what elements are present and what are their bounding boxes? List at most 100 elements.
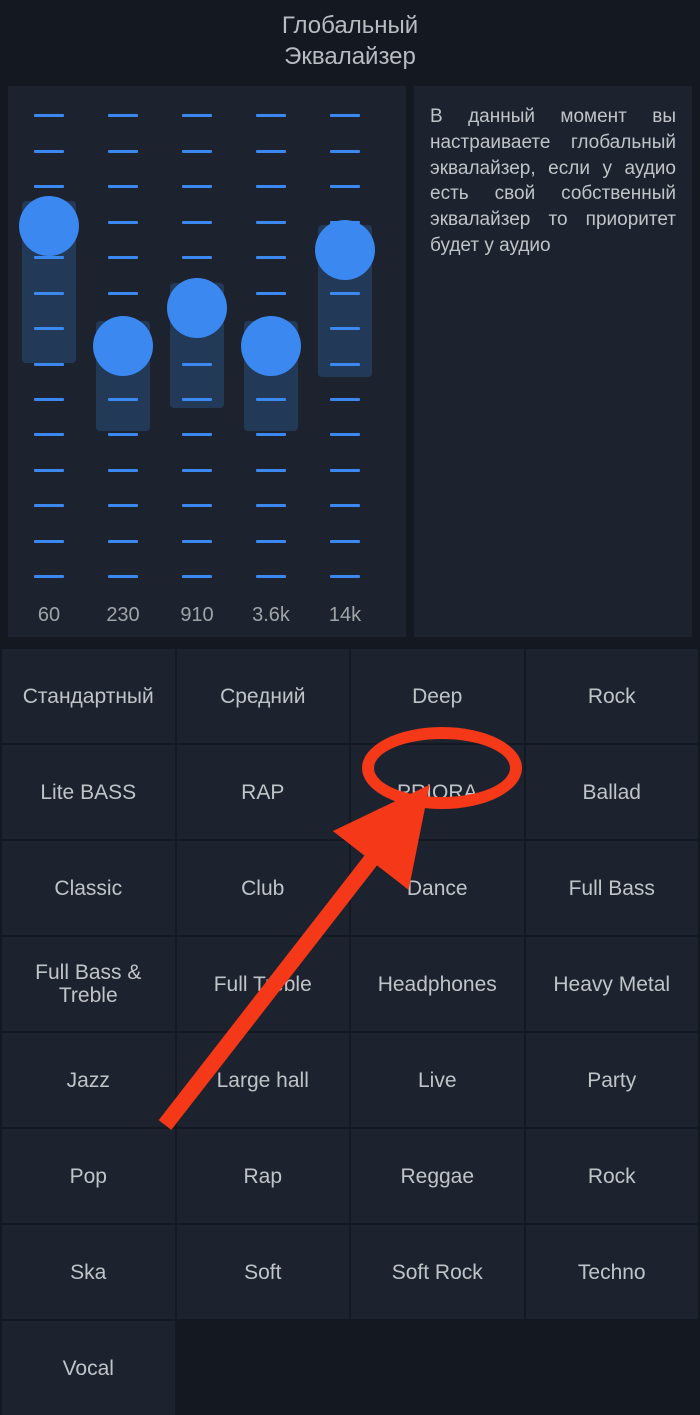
slider-tick (330, 504, 360, 507)
preset-techno[interactable]: Techno (526, 1225, 699, 1319)
preset-dance[interactable]: Dance (351, 841, 524, 935)
eq-slider-14k[interactable]: 14k (314, 106, 376, 627)
preset-ska[interactable]: Ska (2, 1225, 175, 1319)
slider-track[interactable] (18, 106, 80, 586)
preset-ballad[interactable]: Ballad (526, 745, 699, 839)
slider-label: 230 (106, 604, 139, 627)
preset-club[interactable]: Club (177, 841, 350, 935)
slider-tick (108, 114, 138, 117)
slider-tick (34, 185, 64, 188)
preset--[interactable]: Средний (177, 649, 350, 743)
slider-tick (330, 185, 360, 188)
slider-tick (182, 575, 212, 578)
preset-large-hall[interactable]: Large hall (177, 1033, 350, 1127)
slider-tick (108, 221, 138, 224)
slider-label: 910 (180, 604, 213, 627)
slider-track[interactable] (166, 106, 228, 586)
slider-label: 3.6k (252, 604, 290, 627)
slider-tick (256, 256, 286, 259)
slider-tick (330, 469, 360, 472)
preset-pop[interactable]: Pop (2, 1129, 175, 1223)
title-line-2: Эквалайзер (284, 43, 416, 70)
preset-full-treble[interactable]: Full Treble (177, 937, 350, 1031)
slider-tick (182, 469, 212, 472)
slider-tick (256, 185, 286, 188)
info-text: В данный момент вы настраиваете глобальн… (430, 106, 676, 255)
slider-label: 60 (38, 604, 60, 627)
page-title: Глобальный Эквалайзер (0, 0, 700, 80)
slider-tick (256, 540, 286, 543)
slider-tick (182, 540, 212, 543)
slider-tick (34, 398, 64, 401)
preset-live[interactable]: Live (351, 1033, 524, 1127)
slider-tick (256, 575, 286, 578)
slider-thumb[interactable] (19, 196, 79, 256)
preset-rock[interactable]: Rock (526, 649, 699, 743)
slider-tick (182, 185, 212, 188)
preset-headphones[interactable]: Headphones (351, 937, 524, 1031)
slider-tick (182, 221, 212, 224)
preset-vocal[interactable]: Vocal (2, 1321, 175, 1415)
preset-jazz[interactable]: Jazz (2, 1033, 175, 1127)
eq-slider-910[interactable]: 910 (166, 106, 228, 627)
preset-rap[interactable]: Rap (177, 1129, 350, 1223)
slider-thumb[interactable] (93, 316, 153, 376)
slider-tick (330, 433, 360, 436)
preset-soft-rock[interactable]: Soft Rock (351, 1225, 524, 1319)
slider-tick (256, 114, 286, 117)
slider-tick (256, 150, 286, 153)
slider-tick (108, 185, 138, 188)
slider-thumb[interactable] (315, 220, 375, 280)
slider-tick (108, 575, 138, 578)
presets-grid: СтандартныйСреднийDeepRockLite BASSRAPPR… (0, 649, 700, 1415)
slider-tick (34, 114, 64, 117)
preset-full-bass-treble[interactable]: Full Bass & Treble (2, 937, 175, 1031)
preset-party[interactable]: Party (526, 1033, 699, 1127)
preset-full-bass[interactable]: Full Bass (526, 841, 699, 935)
slider-tick (34, 150, 64, 153)
eq-slider-60[interactable]: 60 (18, 106, 80, 627)
slider-label: 14k (329, 604, 361, 627)
slider-thumb[interactable] (167, 278, 227, 338)
slider-tick (108, 292, 138, 295)
preset-soft[interactable]: Soft (177, 1225, 350, 1319)
slider-tick (108, 256, 138, 259)
slider-tick (34, 504, 64, 507)
eq-slider-3.6k[interactable]: 3.6k (240, 106, 302, 627)
slider-track[interactable] (314, 106, 376, 586)
slider-tick (34, 469, 64, 472)
preset-classic[interactable]: Classic (2, 841, 175, 935)
slider-track[interactable] (92, 106, 154, 586)
slider-tick (330, 398, 360, 401)
preset--[interactable]: Стандартный (2, 649, 175, 743)
slider-tick (256, 504, 286, 507)
slider-tick (34, 575, 64, 578)
slider-tick (182, 150, 212, 153)
sliders-panel: 60 230 910 3.6k 14k (8, 86, 406, 637)
preset-priora[interactable]: PRIORA (351, 745, 524, 839)
slider-tick (330, 114, 360, 117)
slider-track[interactable] (240, 106, 302, 586)
slider-tick (330, 540, 360, 543)
slider-tick (108, 504, 138, 507)
slider-tick (256, 292, 286, 295)
preset-deep[interactable]: Deep (351, 649, 524, 743)
preset-rock[interactable]: Rock (526, 1129, 699, 1223)
slider-tick (256, 433, 286, 436)
slider-tick (34, 540, 64, 543)
eq-slider-230[interactable]: 230 (92, 106, 154, 627)
slider-thumb[interactable] (241, 316, 301, 376)
preset-rap[interactable]: RAP (177, 745, 350, 839)
slider-tick (182, 504, 212, 507)
slider-tick (330, 150, 360, 153)
preset-reggae[interactable]: Reggae (351, 1129, 524, 1223)
preset-heavy-metal[interactable]: Heavy Metal (526, 937, 699, 1031)
slider-tick (108, 150, 138, 153)
title-line-1: Глобальный (282, 12, 418, 39)
slider-tick (108, 540, 138, 543)
preset-lite-bass[interactable]: Lite BASS (2, 745, 175, 839)
slider-tick (182, 433, 212, 436)
slider-tick (330, 575, 360, 578)
slider-tick (108, 469, 138, 472)
slider-tick (256, 221, 286, 224)
